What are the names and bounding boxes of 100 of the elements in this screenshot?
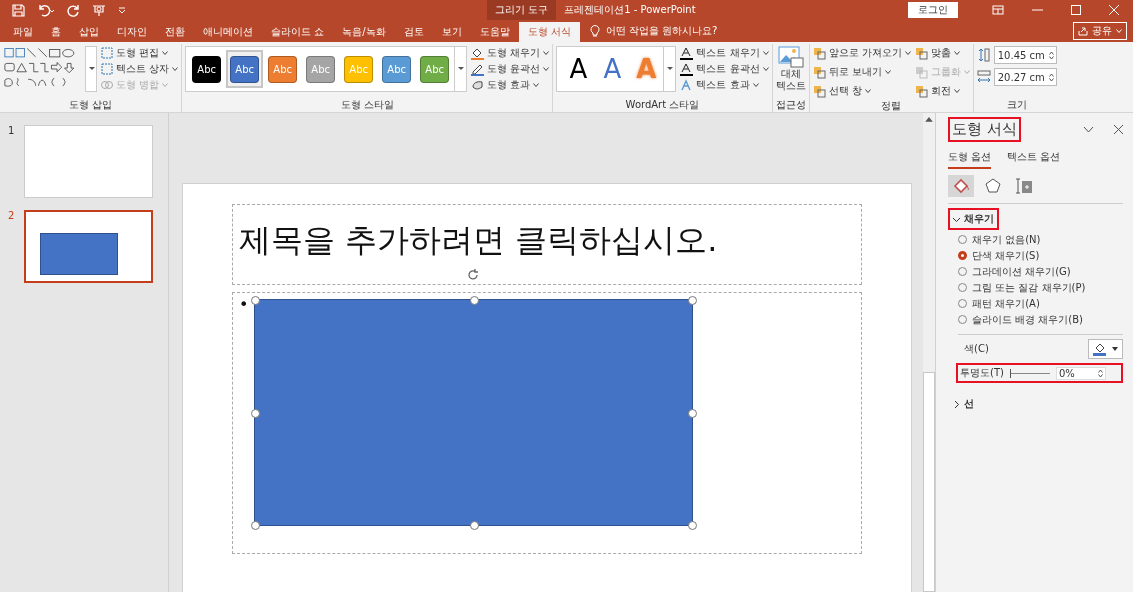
style-swatch[interactable]: Abc	[226, 50, 264, 88]
fill-option-label[interactable]: 그라데이션 채우기(G)	[972, 264, 1071, 279]
tell-me-field[interactable]: 어떤 작업을 원하시나요?	[605, 24, 718, 42]
caret-icon	[953, 51, 960, 55]
fill-option-label[interactable]: 슬라이드 배경 채우기(B)	[972, 312, 1084, 327]
resize-handle[interactable]	[469, 296, 479, 305]
group-label: 도형 삽입	[68, 98, 114, 112]
slide-number: 2	[8, 210, 14, 223]
ribbon-button[interactable]: 회전	[914, 84, 970, 98]
resize-handle[interactable]	[688, 408, 697, 418]
presentation-icon[interactable]	[92, 3, 106, 17]
ribbon-tab[interactable]: 검토	[394, 22, 433, 42]
spin-arrows-icon[interactable]	[1048, 50, 1054, 60]
ribbon-tab[interactable]: 전환	[156, 22, 194, 42]
ribbon-tab[interactable]: 도형 서식	[518, 22, 580, 42]
ribbon-tab[interactable]: 홈	[42, 22, 70, 42]
resize-handle[interactable]	[251, 521, 260, 530]
scroll-up-icon[interactable]	[925, 116, 933, 122]
fill-option-label[interactable]: 패턴 채우기(A)	[972, 296, 1040, 311]
caret-icon	[963, 70, 970, 74]
bring-forward-icon	[812, 46, 826, 60]
pane-options-icon[interactable]	[1083, 126, 1094, 133]
text-box-icon	[101, 63, 113, 75]
slide-thumbnail[interactable]	[24, 210, 153, 283]
ribbon-button[interactable]: 도형 윤곽선	[471, 62, 550, 76]
ribbon-tab[interactable]: 디자인	[108, 22, 156, 42]
transparency-field[interactable]: 0%	[1055, 366, 1106, 380]
maximize-icon[interactable]	[1071, 5, 1081, 15]
login-button[interactable]: 로그인	[908, 2, 958, 18]
color-picker-button[interactable]	[1088, 339, 1123, 359]
wordart-sample[interactable]: A	[595, 54, 630, 84]
transparency-label: 투명도(T)	[960, 366, 1004, 380]
resize-handle[interactable]	[688, 521, 697, 530]
resize-handle[interactable]	[251, 296, 260, 305]
ribbon-button[interactable]: 앞으로 가져오기	[812, 46, 911, 60]
alt-text-button[interactable]: 대체 텍스트	[775, 46, 806, 98]
resize-handle[interactable]	[688, 296, 697, 305]
rotate-handle-icon[interactable]	[466, 268, 480, 282]
ribbon-button[interactable]: 도형 편집	[101, 46, 179, 60]
save-icon[interactable]	[12, 3, 25, 17]
radio-button[interactable]	[958, 251, 967, 260]
ribbon-tab[interactable]: 도움말	[470, 22, 519, 42]
slide-canvas[interactable]: 제목을 추가하려면 클릭하십시오. •	[182, 183, 912, 592]
ribbon-tab[interactable]: 녹음/녹화	[333, 22, 395, 42]
chevron-icon	[953, 400, 960, 408]
caret-icon	[543, 67, 550, 71]
close-icon[interactable]	[1114, 125, 1123, 134]
spin-arrows-icon[interactable]	[1097, 368, 1103, 378]
ribbon-button[interactable]: 텍스트 채우기	[680, 46, 769, 60]
shape-effect-icon	[471, 78, 485, 92]
paint-bucket-icon	[471, 46, 485, 60]
paint-bucket-icon	[1093, 342, 1109, 356]
pane-title: 도형 서식	[948, 117, 1021, 142]
pane-tab[interactable]: 텍스트 옵션	[1007, 150, 1061, 169]
group-label: 정렬	[880, 99, 903, 113]
ribbon-button[interactable]: 선택 창	[812, 84, 911, 98]
fill-option-label[interactable]: 단색 채우기(S)	[972, 248, 1040, 263]
redo-icon[interactable]	[67, 3, 80, 17]
ribbon-tab[interactable]: 애니메이션	[194, 22, 262, 42]
share-button[interactable]: 공유	[1073, 22, 1127, 40]
text-effect-icon	[680, 78, 694, 92]
caret-icon	[172, 67, 179, 71]
bullet: •	[239, 295, 249, 314]
ribbon-button[interactable]: 도형 채우기	[471, 46, 550, 60]
fill-option-label[interactable]: 그림 또는 질감 채우기(P)	[972, 280, 1086, 295]
ribbon-button[interactable]: 도형 효과	[471, 78, 550, 92]
ribbon-button[interactable]: 텍스트 효과	[680, 78, 769, 92]
ribbon-tab[interactable]: 보기	[432, 22, 471, 42]
ribbon-display-icon[interactable]	[992, 5, 1004, 15]
ribbon-button[interactable]: 텍스트 윤곽선	[680, 62, 769, 76]
lightbulb-icon	[589, 24, 600, 37]
title-placeholder[interactable]: 제목을 추가하려면 클릭하십시오.	[232, 204, 862, 285]
height-field[interactable]: 10.45 cm	[993, 46, 1057, 64]
ribbon-tab[interactable]: 파일	[4, 22, 42, 42]
edit-shape-icon	[101, 47, 113, 59]
customize-caret-icon[interactable]	[118, 6, 126, 14]
caret-icon	[904, 51, 911, 55]
text-outline-icon	[680, 62, 694, 76]
scrollbar-thumb[interactable]	[923, 371, 935, 592]
resize-handle[interactable]	[469, 521, 479, 530]
undo-icon[interactable]	[37, 3, 55, 17]
ribbon-button[interactable]: 텍스트 상자	[101, 62, 179, 76]
fill-option-label[interactable]: 채우기 없음(N)	[972, 232, 1041, 247]
ribbon-tab[interactable]: 슬라이드 쇼	[262, 22, 334, 42]
caret-icon	[543, 51, 550, 55]
caret-icon	[762, 67, 769, 71]
ribbon-tab[interactable]: 삽입	[70, 22, 108, 42]
fill-section-header[interactable]: 채우기	[948, 208, 999, 230]
wordart-sample[interactable]: A	[561, 54, 596, 84]
pane-tab[interactable]: 도형 옵션	[948, 150, 992, 169]
resize-handle[interactable]	[251, 408, 260, 418]
paint-bucket-icon[interactable]	[948, 175, 974, 197]
ribbon-button[interactable]: 맞춤	[914, 46, 970, 60]
ribbon-button[interactable]: 뒤로 보내기	[812, 65, 911, 79]
spin-arrows-icon[interactable]	[1048, 72, 1054, 82]
caret-icon	[864, 89, 871, 93]
color-label: 색(C)	[964, 342, 989, 356]
group-label: 접근성	[775, 98, 806, 112]
line-section-header[interactable]: 선	[948, 393, 979, 415]
width-field[interactable]: 20.27 cm	[993, 68, 1057, 86]
